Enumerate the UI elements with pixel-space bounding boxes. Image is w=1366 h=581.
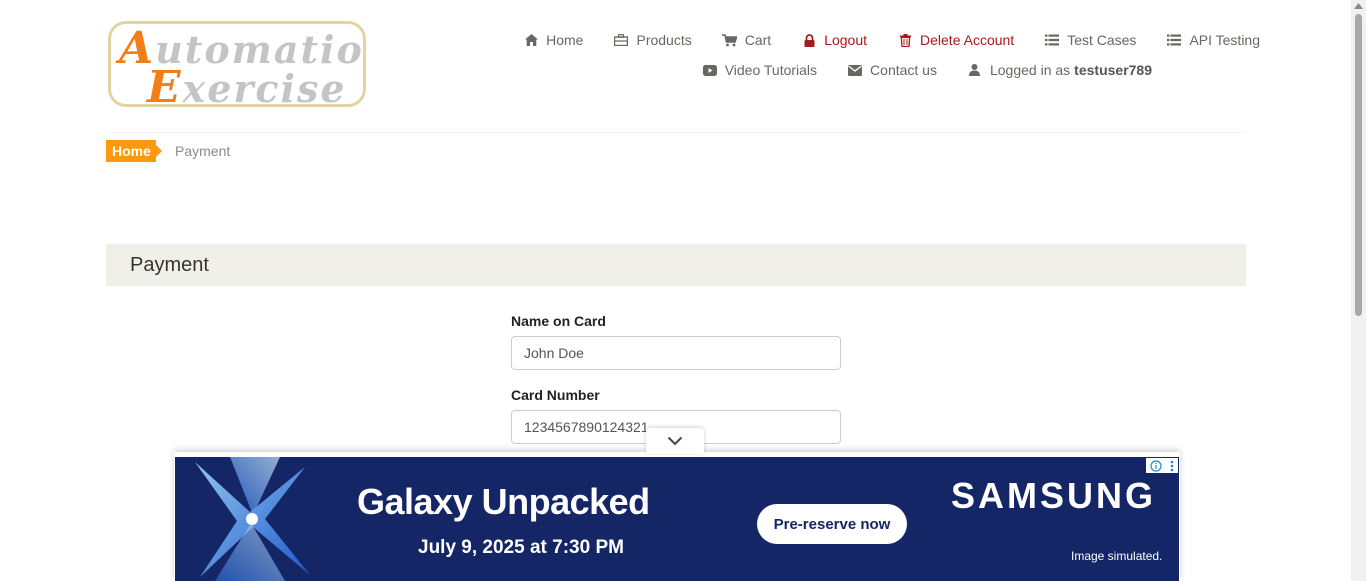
nav-cart[interactable]: Cart [722, 32, 771, 48]
nav-products[interactable]: Products [613, 32, 692, 48]
ad-banner[interactable]: Galaxy Unpacked July 9, 2025 at 7:30 PM … [174, 452, 1180, 581]
page-scrollbar[interactable] [1351, 0, 1366, 581]
nav-delete-account[interactable]: Delete Account [897, 32, 1014, 48]
breadcrumb-current: Payment [175, 143, 231, 159]
info-icon[interactable] [1150, 459, 1162, 472]
scrollbar-thumb[interactable] [1355, 14, 1362, 316]
site-logo[interactable]: Automation Exercise [108, 21, 366, 107]
youtube-icon [702, 63, 718, 77]
nav-home[interactable]: Home [523, 32, 583, 48]
ad-choices[interactable] [1146, 458, 1178, 473]
ad-disclaimer: Image simulated. [1071, 549, 1163, 563]
ad-creative[interactable]: Galaxy Unpacked July 9, 2025 at 7:30 PM … [175, 457, 1179, 581]
ad-graphic [195, 457, 310, 581]
nav-logged-in-user: Logged in as testuser789 [967, 62, 1152, 78]
list-icon [1044, 33, 1060, 47]
cart-icon [722, 33, 738, 47]
name-on-card-input[interactable] [511, 336, 841, 370]
ad-date: July 9, 2025 at 7:30 PM [418, 537, 624, 558]
lock-icon [801, 33, 817, 47]
briefcase-icon [613, 33, 629, 47]
payment-heading-bar: Payment [106, 244, 1246, 286]
list-icon [1166, 33, 1182, 47]
logo-line-2: Exercise [147, 62, 347, 107]
user-icon [967, 63, 983, 77]
header-divider [106, 132, 1246, 133]
nav-test-cases[interactable]: Test Cases [1044, 32, 1136, 48]
username: testuser789 [1074, 62, 1152, 78]
ad-brand-logo: SAMSUNG [951, 475, 1157, 516]
ad-title: Galaxy Unpacked [357, 481, 650, 522]
card-number-label: Card Number [511, 387, 600, 403]
envelope-icon [847, 63, 863, 77]
nav-logout[interactable]: Logout [801, 32, 867, 48]
chevron-down-icon [667, 436, 683, 446]
page-title: Payment [130, 254, 209, 276]
home-icon [523, 33, 539, 47]
more-options-icon[interactable] [1170, 460, 1174, 472]
ad-collapse-toggle[interactable] [646, 428, 704, 454]
nav-contact-us[interactable]: Contact us [847, 62, 937, 78]
nav-api-testing[interactable]: API Testing [1166, 32, 1260, 48]
breadcrumb-home[interactable]: Home [106, 140, 162, 162]
trash-icon [897, 33, 913, 47]
main-nav: Home Products Cart Logout Delete Account [470, 28, 1260, 82]
ad-cta-button[interactable]: Pre-reserve now [757, 504, 907, 544]
nav-row-1: Home Products Cart Logout Delete Account [470, 28, 1260, 52]
name-on-card-label: Name on Card [511, 313, 606, 329]
nav-row-2: Video Tutorials Contact us Logged in as t… [470, 58, 1260, 82]
scroll-up-arrow-icon[interactable] [1354, 3, 1363, 9]
nav-video-tutorials[interactable]: Video Tutorials [702, 62, 817, 78]
